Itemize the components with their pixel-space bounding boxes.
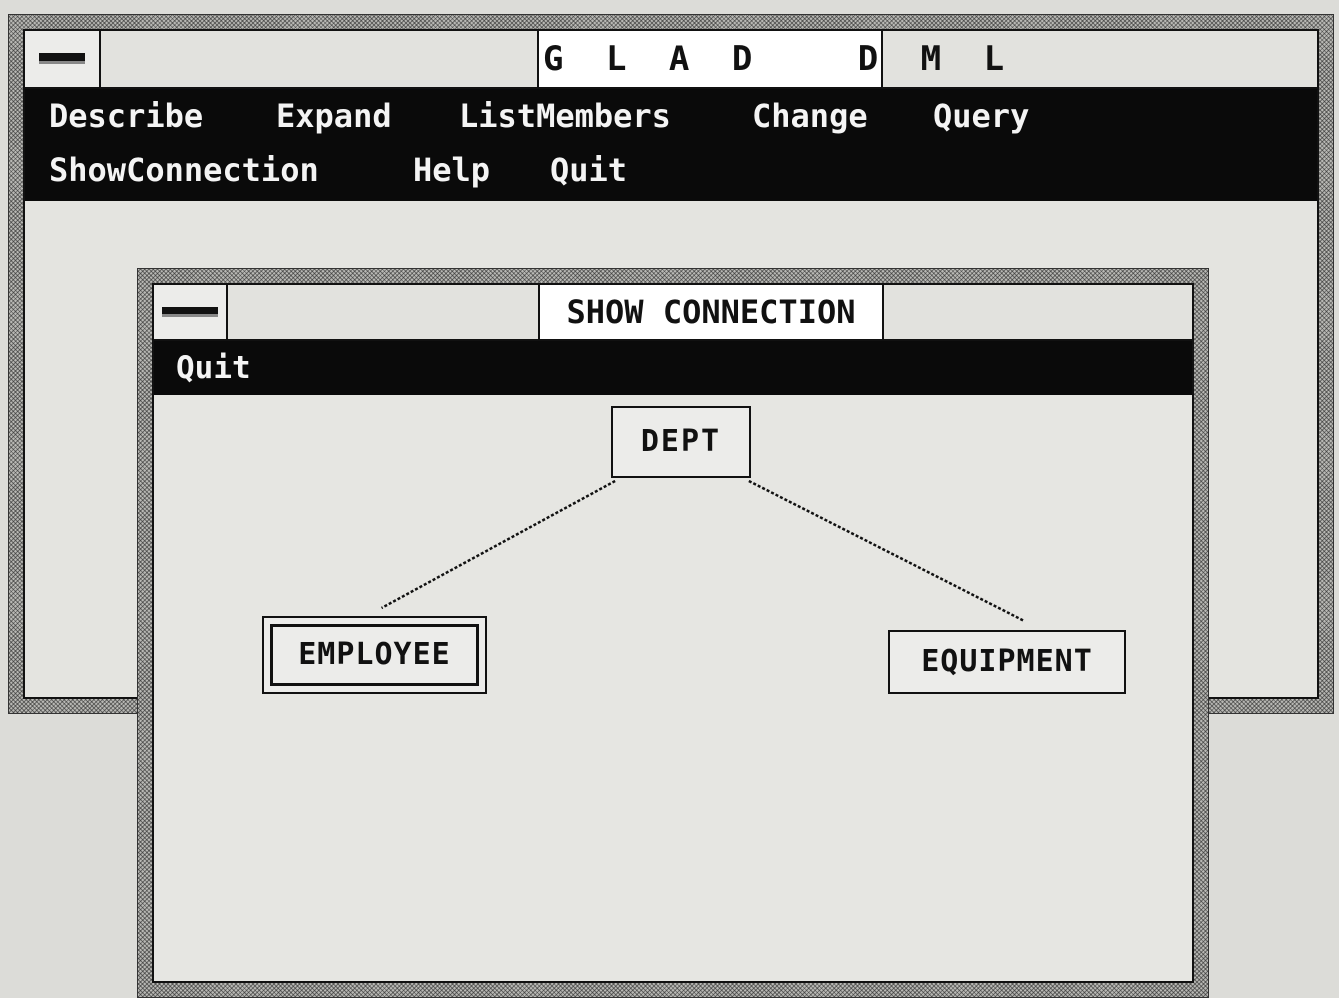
node-employee-label: EMPLOYEE <box>270 624 479 686</box>
system-menu-bar-icon <box>162 307 218 317</box>
menu-item-expand[interactable]: Expand <box>276 89 392 143</box>
dialog-title: SHOW CONNECTION <box>538 285 884 339</box>
show-connection-window: SHOW CONNECTION Quit DEPT EMPLOYEE EQUIP… <box>137 268 1209 998</box>
main-menu-row-1: Describe Expand ListMembers Change Query <box>25 89 1317 143</box>
edge-dept-employee <box>380 479 616 610</box>
dialog-menu-bar: Quit <box>154 341 1192 395</box>
system-menu-bar-icon <box>39 53 85 64</box>
menu-item-quit[interactable]: Quit <box>550 143 627 197</box>
node-employee[interactable]: EMPLOYEE <box>262 616 487 694</box>
menu-item-describe[interactable]: Describe <box>49 89 203 143</box>
dialog-menu-item-quit[interactable]: Quit <box>176 341 251 395</box>
menu-item-change[interactable]: Change <box>752 89 868 143</box>
menu-item-showconnection[interactable]: ShowConnection <box>49 143 319 197</box>
node-equipment[interactable]: EQUIPMENT <box>888 630 1126 694</box>
node-dept[interactable]: DEPT <box>611 406 751 478</box>
dialog-title-bar[interactable]: SHOW CONNECTION <box>154 285 1192 341</box>
menu-item-help[interactable]: Help <box>413 143 490 197</box>
main-window-title: G L A D D M L <box>537 31 1004 87</box>
edge-dept-equipment <box>748 479 1025 623</box>
main-menu-bar: Describe Expand ListMembers Change Query… <box>25 89 1317 201</box>
main-title-bar[interactable]: G L A D D M L <box>25 31 1317 89</box>
menu-item-query[interactable]: Query <box>933 89 1029 143</box>
menu-item-listmembers[interactable]: ListMembers <box>459 89 671 143</box>
show-connection-client: SHOW CONNECTION Quit DEPT EMPLOYEE EQUIP… <box>152 283 1194 983</box>
connection-diagram: DEPT EMPLOYEE EQUIPMENT <box>154 395 1192 981</box>
main-system-menu-button[interactable] <box>25 31 101 87</box>
main-menu-row-2: ShowConnection Help Quit <box>25 143 1317 197</box>
dialog-system-menu-button[interactable] <box>154 285 228 339</box>
